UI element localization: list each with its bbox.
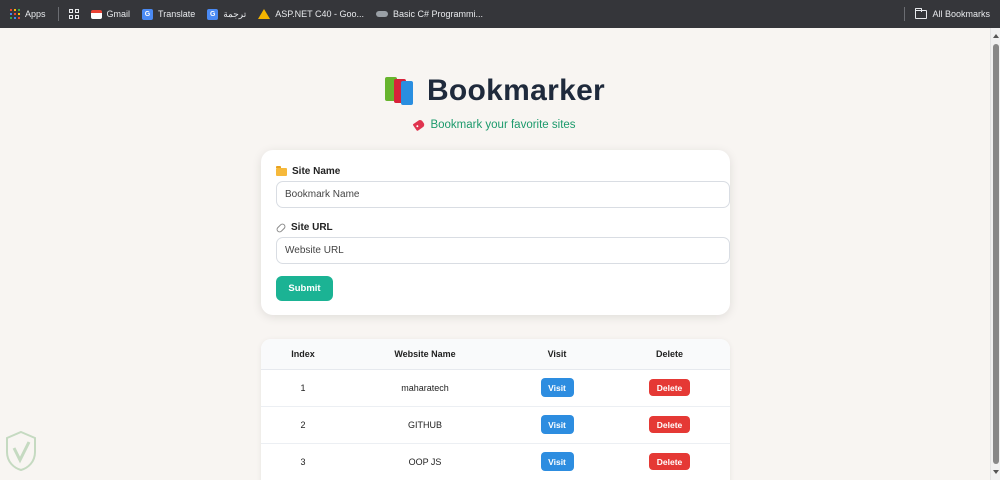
tab-groups-icon [68,9,79,19]
column-header-delete: Delete [609,339,730,370]
delete-cell: Delete [609,443,730,480]
site-url-input[interactable] [276,237,730,264]
bookmark-gmail[interactable]: Gmail [90,9,131,19]
row-website-name: GITHUB [345,406,505,444]
column-header-website-name: Website Name [345,339,505,370]
page-subtitle: Bookmark your favorite sites [0,118,990,132]
cloud-icon [376,11,388,17]
site-name-label-text: Site Name [292,166,341,177]
bookmark-translate-ar[interactable]: G ترجمة [207,8,247,20]
site-name-input[interactable] [276,181,730,208]
bookmark-label: ASP.NET C40 - Goo... [275,9,364,19]
table-row: 3 OOP JS Visit Delete [261,443,730,480]
delete-button[interactable]: Delete [649,453,690,470]
bookmark-drive[interactable]: ASP.NET C40 - Goo... [258,9,364,19]
visit-cell: Visit [505,443,609,480]
row-index: 3 [261,443,345,480]
subtitle-text: Bookmark your favorite sites [430,119,576,131]
page-title: Bookmarker [426,74,606,107]
delete-button[interactable]: Delete [649,416,690,433]
bookmarks-table-card: Index Website Name Visit Delete 1 mahara… [261,339,730,480]
all-bookmarks-button[interactable]: All Bookmarks [915,7,990,19]
scroll-down-arrow-icon[interactable] [993,470,999,474]
row-index: 1 [261,369,345,407]
delete-cell: Delete [609,369,730,407]
bookmark-label: Gmail [106,9,131,19]
delete-button[interactable]: Delete [649,379,690,396]
submit-button[interactable]: Submit [276,276,333,301]
bookmark-csharp[interactable]: Basic C# Programmi... [376,9,483,19]
bookmarks-divider [904,7,906,21]
bookmarks-divider [57,7,59,21]
site-name-label: Site Name [276,165,341,177]
apps-grid-icon [10,9,20,19]
bookmark-tag-icon [413,118,426,132]
visit-cell: Visit [505,369,609,407]
visit-button[interactable]: Visit [540,452,574,471]
bookmark-form-card: Site Name Site URL Submit [261,150,730,315]
delete-cell: Delete [609,406,730,444]
bookmark-label: ترجمة [223,8,247,19]
folder-icon [276,165,287,176]
books-icon [384,77,415,105]
bookmark-label: Translate [158,9,196,19]
site-url-label: Site URL [275,221,333,234]
row-website-name: maharatech [345,369,505,407]
visit-button[interactable]: Visit [540,378,574,397]
visit-cell: Visit [505,406,609,444]
link-icon [275,221,287,234]
gmail-icon [90,9,102,19]
bookmarks-table: Index Website Name Visit Delete 1 mahara… [261,339,730,480]
all-bookmarks-label: All Bookmarks [932,9,990,19]
bookmarks-bar: Apps Gmail G Translate G ترجمة ASP.NET C… [0,0,1000,28]
bookmark-label: Basic C# Programmi... [393,9,484,19]
bookmark-translate[interactable]: G Translate [142,8,196,20]
google-drive-icon [258,9,271,19]
table-row: 1 maharatech Visit Delete [261,369,730,407]
bookmark-label: Apps [25,9,46,19]
column-header-visit: Visit [505,339,609,370]
scroll-up-arrow-icon[interactable] [993,34,999,38]
google-translate-icon: G [207,8,219,20]
visit-button[interactable]: Visit [540,415,574,434]
folder-icon [915,7,928,19]
page-scrollbar[interactable] [990,28,1000,480]
watermark-shield-icon [6,430,36,472]
table-header-row: Index Website Name Visit Delete [261,339,730,370]
row-index: 2 [261,406,345,444]
table-row: 2 GITHUB Visit Delete [261,406,730,444]
row-website-name: OOP JS [345,443,505,480]
site-url-label-text: Site URL [291,222,333,233]
google-translate-icon: G [142,8,154,20]
bookmark-tab-groups[interactable] [68,9,79,19]
all-bookmarks-area: All Bookmarks [904,0,990,28]
bookmark-apps[interactable]: Apps [10,9,46,19]
page-header: Bookmarker [0,74,990,110]
scrollbar-thumb[interactable] [993,44,999,464]
column-header-index: Index [261,339,345,370]
